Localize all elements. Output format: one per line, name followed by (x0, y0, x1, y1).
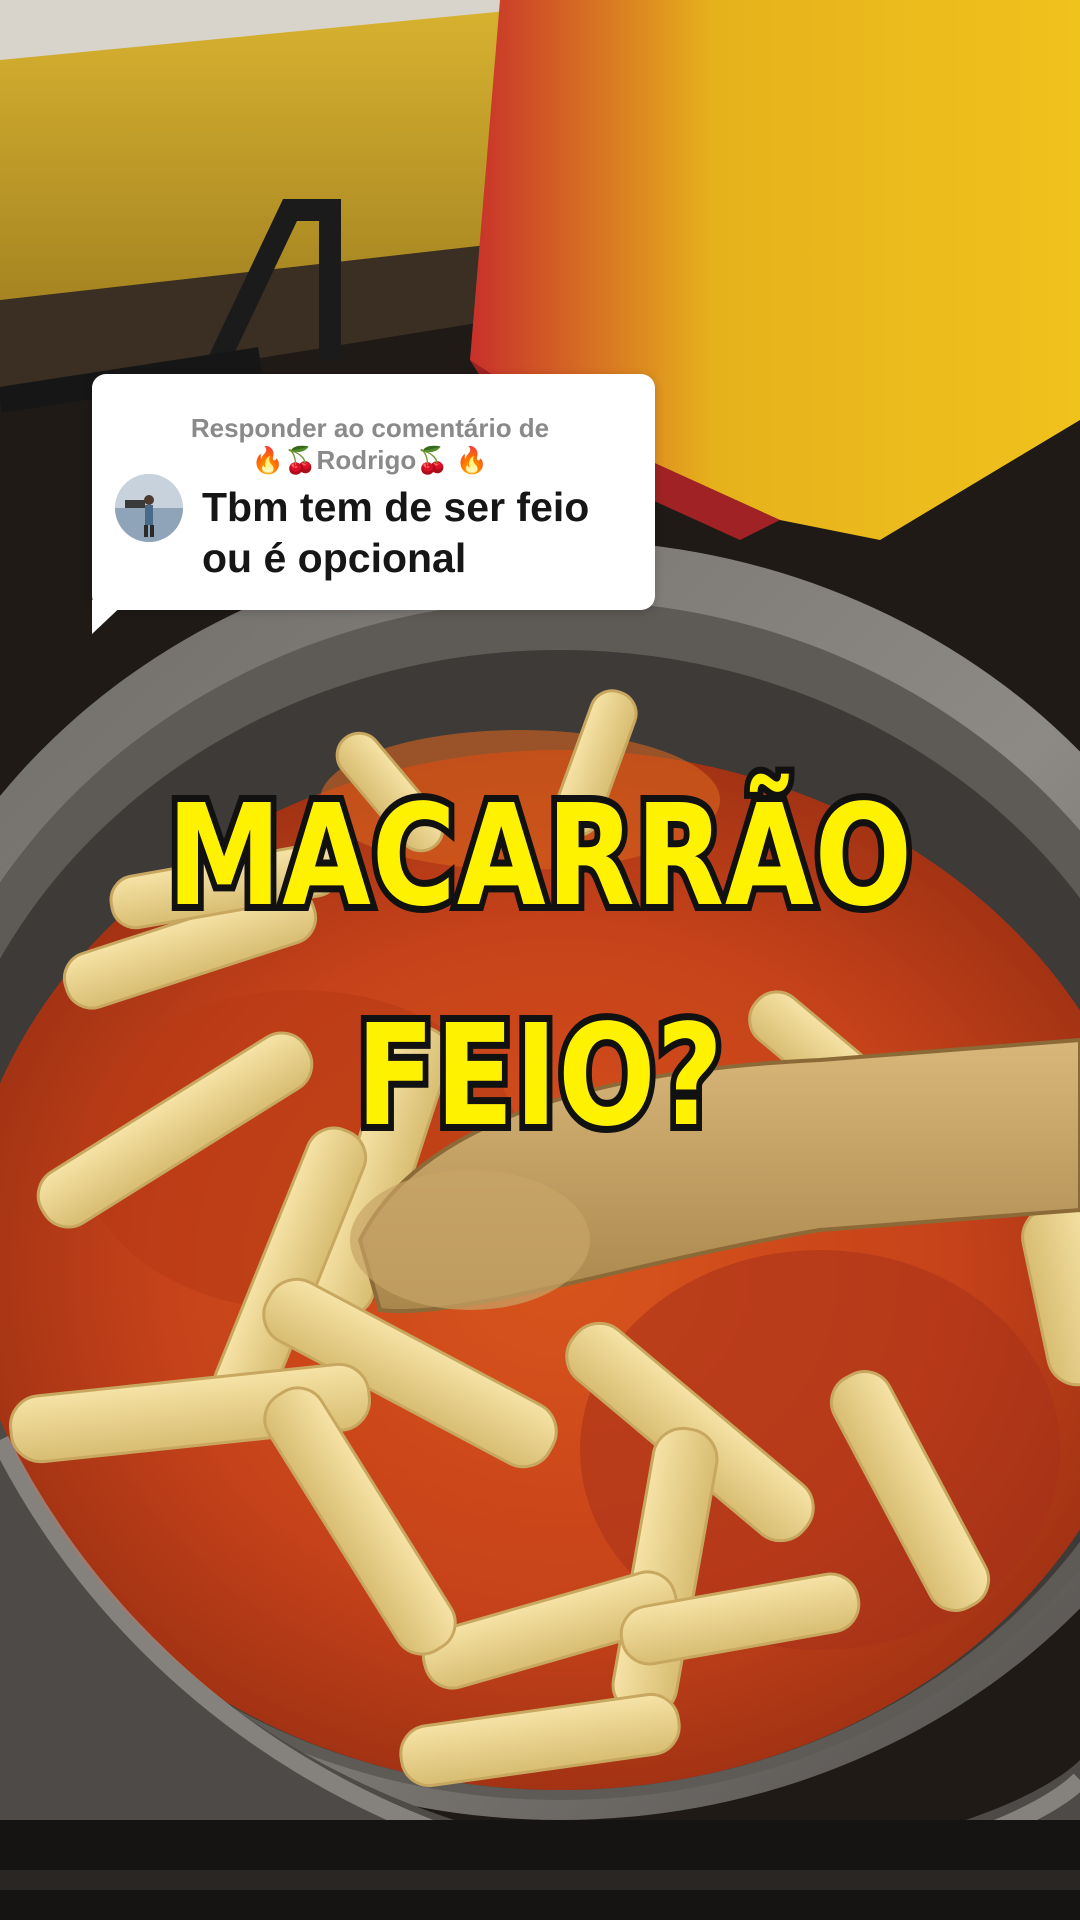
reply-comment-text: Tbm tem de ser feio ou é opcional (202, 484, 590, 581)
video-frame: Responder ao comentário de 🔥🍒Rodrigo🍒 🔥 … (0, 0, 1080, 1920)
commenter-avatar (115, 474, 183, 542)
overlay-title-line1: MACARRÃO (161, 775, 918, 939)
reply-commenter-name: 🔥🍒Rodrigo🍒 🔥 (251, 445, 489, 475)
reply-bubble-tail (92, 600, 128, 634)
overlay-title-line2: FEIO? (350, 995, 729, 1159)
reply-header-label: Responder ao comentário de (190, 413, 550, 443)
reply-header: Responder ao comentário de 🔥🍒Rodrigo🍒 🔥 (110, 412, 630, 476)
pasta-pot-photo (0, 0, 1080, 1920)
